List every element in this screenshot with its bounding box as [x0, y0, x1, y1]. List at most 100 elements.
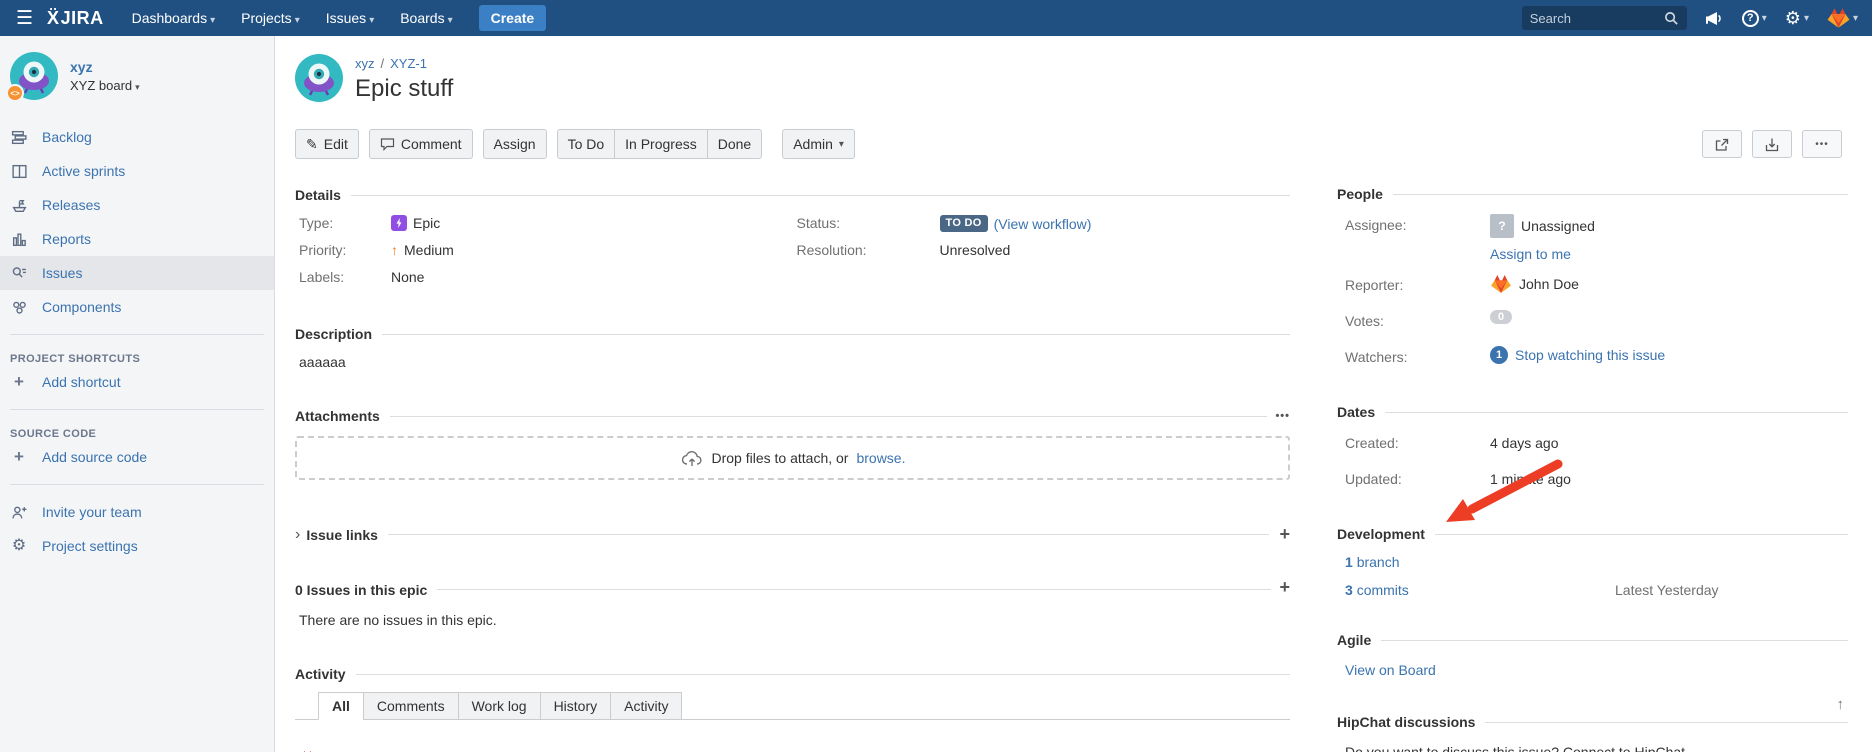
invite-person-icon: [10, 504, 28, 521]
board-switcher[interactable]: XYZ board▾: [70, 78, 140, 93]
backlog-icon: [10, 129, 28, 146]
share-icon: [1714, 137, 1730, 152]
gear-icon: ⚙: [1785, 9, 1801, 27]
description-heading: Description: [295, 326, 1290, 342]
add-issue-link-icon[interactable]: +: [1279, 524, 1290, 545]
watchers-badge[interactable]: 1: [1490, 346, 1508, 364]
commits-link[interactable]: 3 commits: [1345, 582, 1409, 598]
watchers-field: Watchers: 1 Stop watching this issue: [1337, 346, 1848, 370]
assignee-field: Assignee: ? Unassigned Assign to me: [1337, 214, 1848, 262]
chevron-down-icon: ▾: [1762, 13, 1767, 24]
todo-transition-button[interactable]: To Do: [557, 129, 616, 159]
breadcrumb: xyz/XYZ-1: [355, 56, 453, 71]
sidebar-item-backlog[interactable]: Backlog: [0, 120, 274, 154]
nav-issues[interactable]: Issues▾: [326, 10, 375, 26]
sidebar-divider: [10, 409, 264, 410]
chevron-down-icon: ▾: [135, 82, 140, 92]
reporter-value: John Doe: [1519, 276, 1579, 292]
invite-your-team-button[interactable]: Invite your team: [0, 495, 274, 529]
hipchat-heading: HipChat discussions: [1337, 714, 1848, 730]
sidebar-nav: Backlog Active sprints Releases Reports: [0, 120, 274, 324]
project-avatar[interactable]: <>: [10, 52, 58, 100]
export-button[interactable]: [1752, 130, 1792, 158]
project-shortcuts-header: PROJECT SHORTCUTS: [0, 345, 274, 365]
view-on-board-link[interactable]: View on Board: [1337, 662, 1436, 678]
search-box: [1522, 6, 1687, 30]
issues-search-icon: [10, 265, 28, 282]
chevron-down-icon: ▾: [1804, 13, 1809, 24]
breadcrumb-issue-key-link[interactable]: XYZ-1: [390, 56, 427, 71]
agile-heading: Agile: [1337, 632, 1848, 648]
done-transition-button[interactable]: Done: [707, 129, 762, 159]
sidebar-item-active-sprints[interactable]: Active sprints: [0, 154, 274, 188]
attachments-more-icon[interactable]: •••: [1275, 410, 1290, 422]
search-input[interactable]: [1530, 11, 1664, 26]
admin-menu-button[interactable]: Admin ▾: [782, 129, 855, 159]
tab-work-log[interactable]: Work log: [458, 692, 541, 720]
project-sidebar: <> xyz XYZ board▾ Backlog Active sprints: [0, 36, 275, 752]
issue-title: Epic stuff: [355, 75, 453, 103]
admin-settings-menu[interactable]: ⚙ ▾: [1785, 9, 1809, 27]
development-section: Development 1 branch 3 commits Latest Ye…: [1337, 526, 1848, 598]
edit-button[interactable]: ✎ Edit: [295, 129, 359, 159]
tab-comments[interactable]: Comments: [363, 692, 459, 720]
user-avatar: [1827, 7, 1850, 29]
comment-button[interactable]: Comment: [369, 129, 473, 159]
view-workflow-link[interactable]: (View workflow): [994, 216, 1092, 232]
activity-section: Activity ↑ All Comments Work log History…: [295, 666, 1290, 752]
hipchat-section: HipChat discussions Do you want to discu…: [1337, 714, 1848, 752]
announcements-megaphone-icon[interactable]: [1705, 10, 1724, 27]
sidebar-item-issues[interactable]: Issues: [0, 256, 274, 290]
expand-chevron-icon[interactable]: ›: [295, 526, 300, 544]
top-nav-menu: Dashboards▾ Projects▾ Issues▾ Boards▾: [132, 10, 453, 26]
pencil-icon: ✎: [306, 136, 318, 153]
help-menu[interactable]: ? ▾: [1742, 10, 1767, 27]
people-section: People Assignee: ? Unassigned Assign to …: [1337, 186, 1848, 370]
breadcrumb-project-link[interactable]: xyz: [355, 56, 375, 71]
add-shortcut-button[interactable]: + Add shortcut: [0, 365, 274, 399]
hamburger-menu-icon[interactable]: ☰: [16, 7, 33, 30]
votes-badge[interactable]: 0: [1490, 310, 1512, 324]
upload-cloud-icon: [680, 449, 704, 467]
share-button[interactable]: [1702, 130, 1742, 158]
tab-activity[interactable]: Activity: [610, 692, 682, 720]
top-navigation-bar: ☰ Ẍ JIRA Dashboards▾ Projects▾ Issues▾ B…: [0, 0, 1872, 36]
workflow-button-group: To Do In Progress Done: [557, 129, 763, 159]
browse-link[interactable]: browse.: [856, 450, 905, 466]
sidebar-item-components[interactable]: Components: [0, 290, 274, 324]
jira-logo[interactable]: Ẍ JIRA: [47, 8, 104, 29]
search-icon[interactable]: [1664, 11, 1679, 26]
gear-icon: ⚙: [12, 538, 26, 554]
assign-to-me-link[interactable]: Assign to me: [1490, 246, 1571, 262]
details-section: Details Type: Epic Priority:: [295, 187, 1290, 296]
chevron-down-icon: ▾: [448, 15, 453, 26]
user-profile-menu[interactable]: ▾: [1827, 7, 1858, 29]
tab-history[interactable]: History: [540, 692, 612, 720]
description-section: Description aaaaaa: [295, 326, 1290, 370]
assign-button[interactable]: Assign: [483, 129, 547, 159]
nav-projects[interactable]: Projects▾: [241, 10, 300, 26]
labels-field: Labels: None: [295, 269, 793, 295]
dates-section: Dates Created: 4 days ago Updated: 1 min…: [1337, 404, 1848, 492]
nav-boards[interactable]: Boards▾: [400, 10, 452, 26]
issue-links-heading: Issue links: [306, 527, 378, 543]
issue-project-avatar[interactable]: [295, 54, 343, 102]
issue-header: xyz/XYZ-1 Epic stuff: [295, 54, 1290, 103]
latest-commit-text: Latest Yesterday: [1615, 582, 1719, 598]
add-issue-to-epic-icon[interactable]: +: [1279, 577, 1290, 598]
more-actions-button[interactable]: •••: [1802, 130, 1842, 158]
attachment-dropzone[interactable]: Drop files to attach, or browse.: [295, 436, 1290, 480]
tab-all[interactable]: All: [318, 692, 364, 720]
stop-watching-link[interactable]: Stop watching this issue: [1515, 347, 1665, 363]
description-text[interactable]: aaaaaa: [295, 354, 1290, 370]
sidebar-item-reports[interactable]: Reports: [0, 222, 274, 256]
chevron-down-icon: ▾: [210, 15, 215, 26]
create-button[interactable]: Create: [479, 5, 547, 31]
sidebar-item-releases[interactable]: Releases: [0, 188, 274, 222]
branches-link[interactable]: 1 branch: [1345, 554, 1400, 570]
add-source-code-button[interactable]: + Add source code: [0, 440, 274, 474]
in-progress-transition-button[interactable]: In Progress: [614, 129, 708, 159]
project-settings-button[interactable]: ⚙ Project settings: [0, 529, 274, 563]
project-name[interactable]: xyz: [70, 59, 140, 75]
nav-dashboards[interactable]: Dashboards▾: [132, 10, 216, 26]
